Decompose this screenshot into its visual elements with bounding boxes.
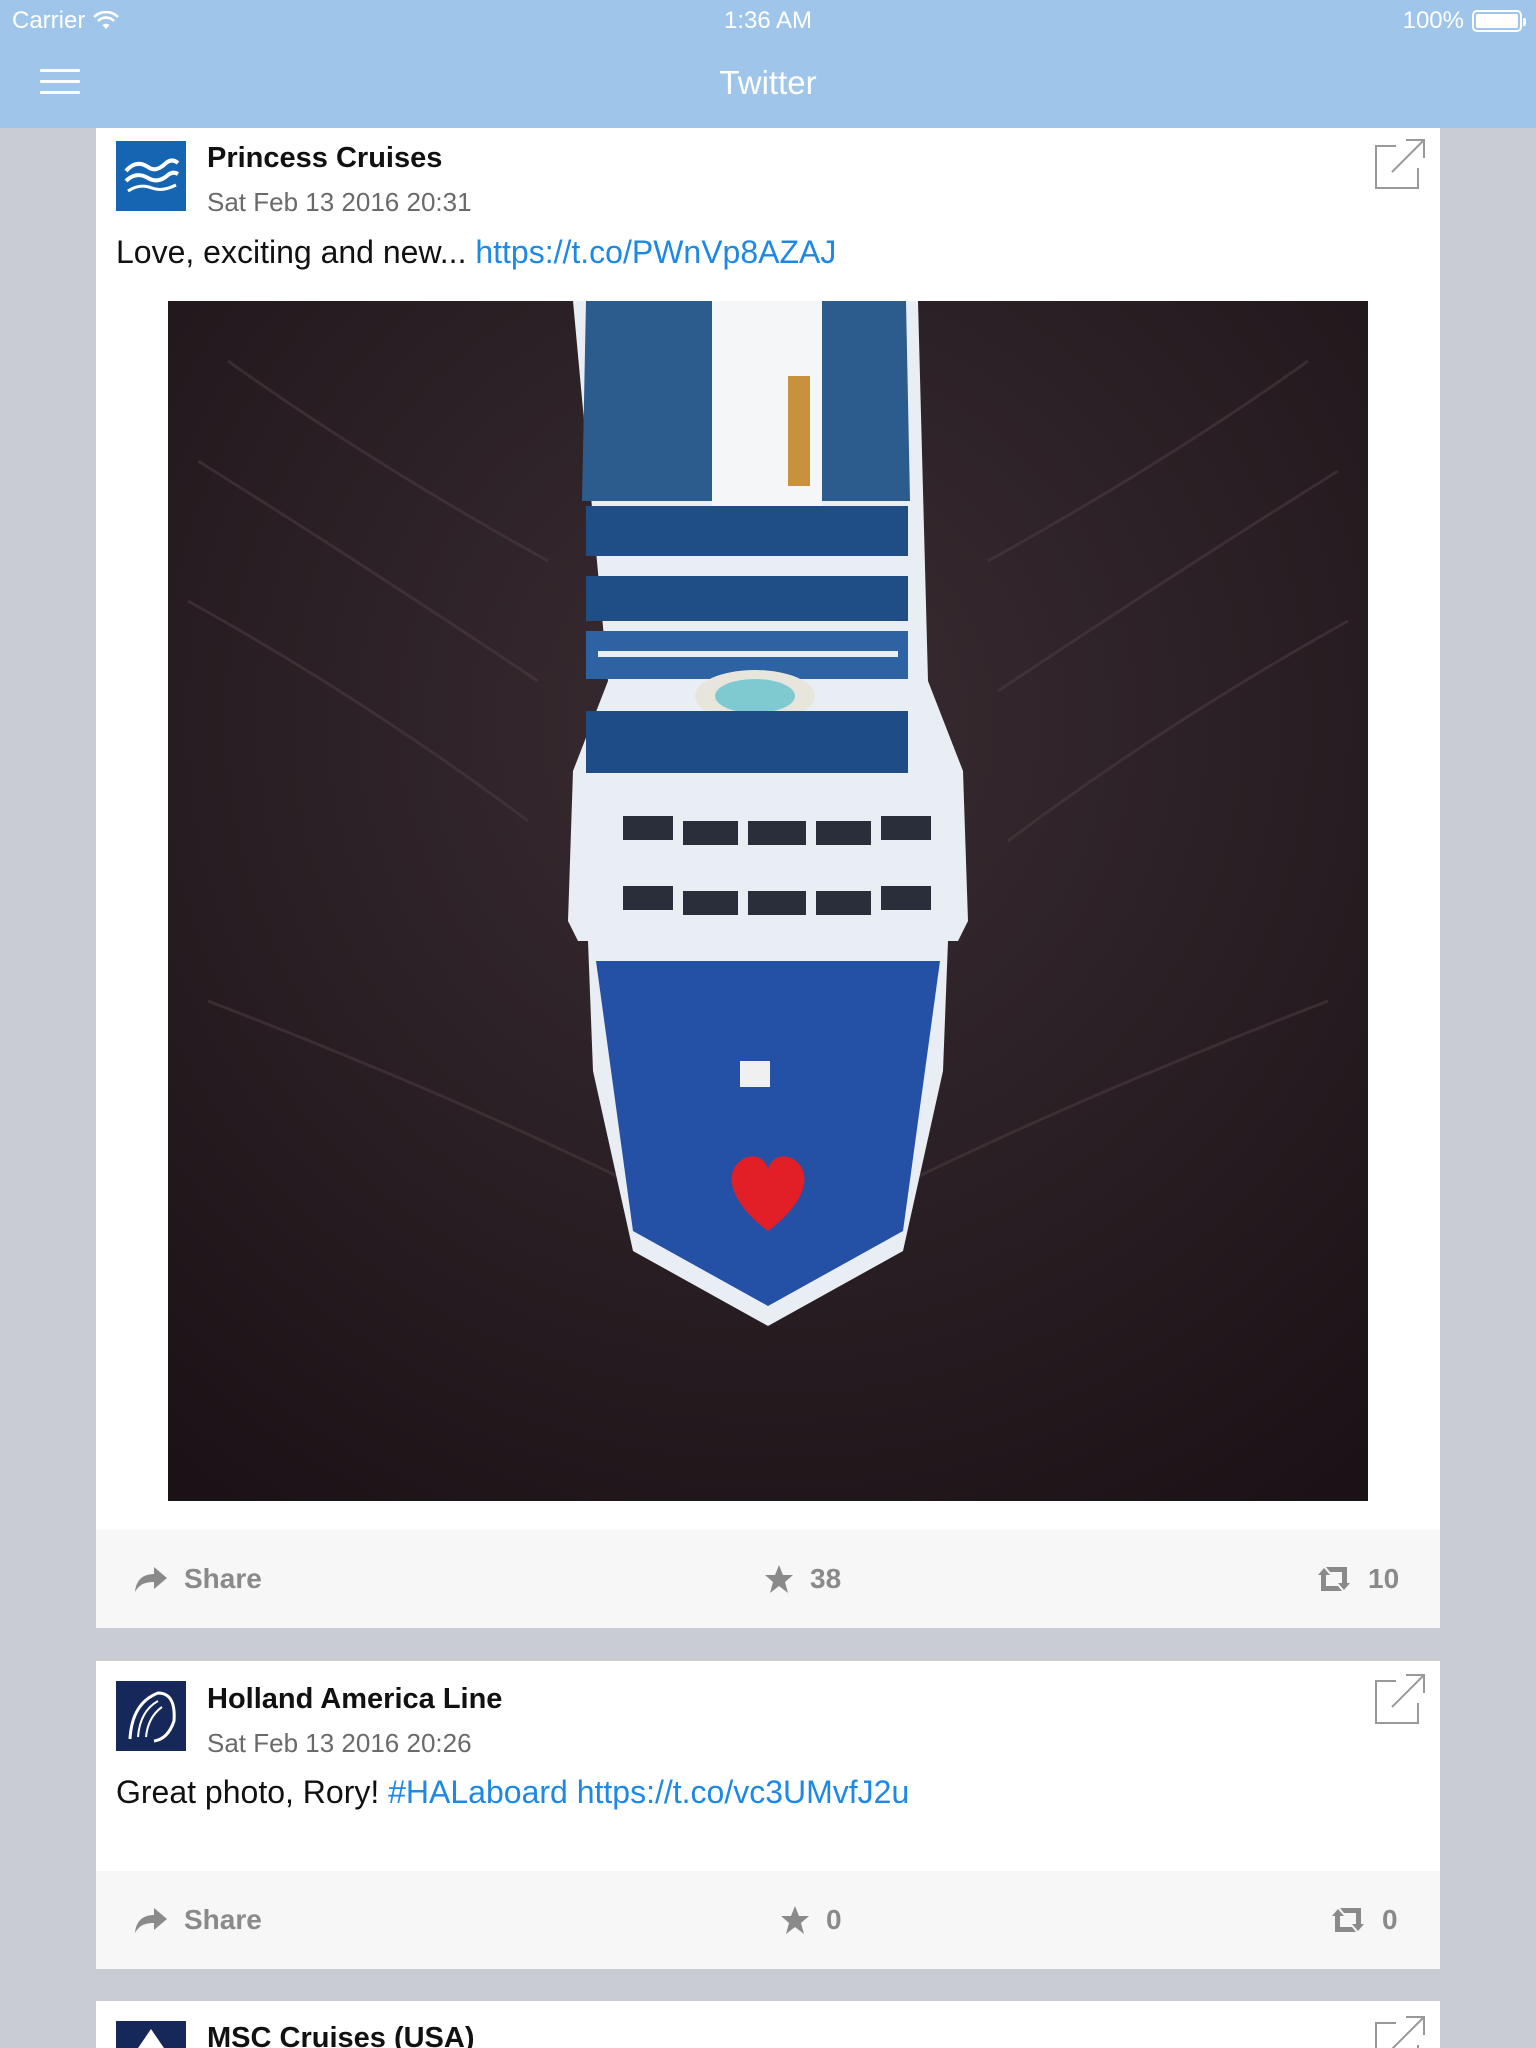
like-button[interactable]: 0 (780, 1871, 842, 1969)
tweet-card: Princess Cruises Sat Feb 13 2016 20:31 L… (96, 128, 1440, 1628)
avatar[interactable] (116, 141, 186, 211)
open-external-icon[interactable] (1374, 1673, 1426, 1725)
princess-cruises-logo-icon (116, 141, 186, 211)
tweet-text: Great photo, Rory! #HALaboard https://t.… (116, 1774, 909, 1811)
top-bar: Carrier 1:36 AM 100% Twitter (0, 0, 1536, 128)
share-label: Share (184, 1904, 262, 1935)
battery-icon (1472, 10, 1526, 32)
battery-percent: 100% (1402, 7, 1464, 34)
share-button[interactable]: Share (134, 1530, 262, 1628)
tweet-hashtag[interactable]: #HALaboard (388, 1774, 568, 1810)
share-arrow-icon (135, 1567, 167, 1592)
msc-cruises-logo-icon (116, 2021, 186, 2048)
tweet-link[interactable]: https://t.co/vc3UMvfJ2u (577, 1774, 910, 1810)
retweet-button[interactable]: 0 (1330, 1871, 1398, 1969)
open-external-icon[interactable] (1374, 138, 1426, 190)
retweet-icon (1318, 1567, 1350, 1591)
tweet-actions: Share 0 0 (96, 1871, 1440, 1969)
retweet-button[interactable]: 10 (1316, 1530, 1399, 1628)
retweet-icon (1332, 1908, 1364, 1932)
tweet-actions: Share 38 10 (96, 1530, 1440, 1628)
open-external-icon[interactable] (1374, 2015, 1426, 2048)
tweet-link[interactable]: https://t.co/PWnVp8AZAJ (475, 234, 836, 270)
holland-america-logo-icon (116, 1681, 186, 1751)
tweet-card: Holland America Line Sat Feb 13 2016 20:… (96, 1661, 1440, 1969)
tweet-body: Great photo, Rory! (116, 1774, 380, 1810)
retweet-count: 10 (1368, 1563, 1400, 1594)
share-arrow-icon (135, 1908, 167, 1933)
like-count: 38 (810, 1563, 842, 1594)
star-icon (765, 1565, 793, 1593)
navigation-bar: Twitter (0, 40, 1536, 128)
tweet-card: MSC Cruises (USA) (96, 2001, 1440, 2048)
tweet-text: Love, exciting and new... https://t.co/P… (116, 234, 836, 271)
tweet-author[interactable]: MSC Cruises (USA) (207, 2022, 475, 2048)
share-button[interactable]: Share (134, 1871, 262, 1969)
like-count: 0 (826, 1904, 842, 1935)
page-title: Twitter (719, 64, 817, 101)
star-icon (781, 1906, 809, 1934)
like-button[interactable]: 38 (764, 1530, 841, 1628)
share-label: Share (184, 1563, 262, 1594)
avatar[interactable] (116, 2021, 186, 2048)
avatar[interactable] (116, 1681, 186, 1751)
tweet-timestamp: Sat Feb 13 2016 20:31 (207, 187, 472, 217)
tweet-author[interactable]: Princess Cruises (207, 142, 442, 175)
clock: 1:36 AM (723, 7, 813, 34)
tweet-author[interactable]: Holland America Line (207, 1683, 502, 1716)
battery-indicator: 100% (1402, 7, 1526, 35)
tweet-media-image[interactable] (168, 301, 1368, 1501)
retweet-count: 0 (1382, 1904, 1398, 1935)
status-bar: Carrier 1:36 AM 100% (0, 0, 1536, 40)
cruise-ship-aerial-image (168, 301, 1368, 1501)
tweet-timestamp: Sat Feb 13 2016 20:26 (207, 1728, 472, 1758)
tweet-body: Love, exciting and new... (116, 234, 467, 270)
